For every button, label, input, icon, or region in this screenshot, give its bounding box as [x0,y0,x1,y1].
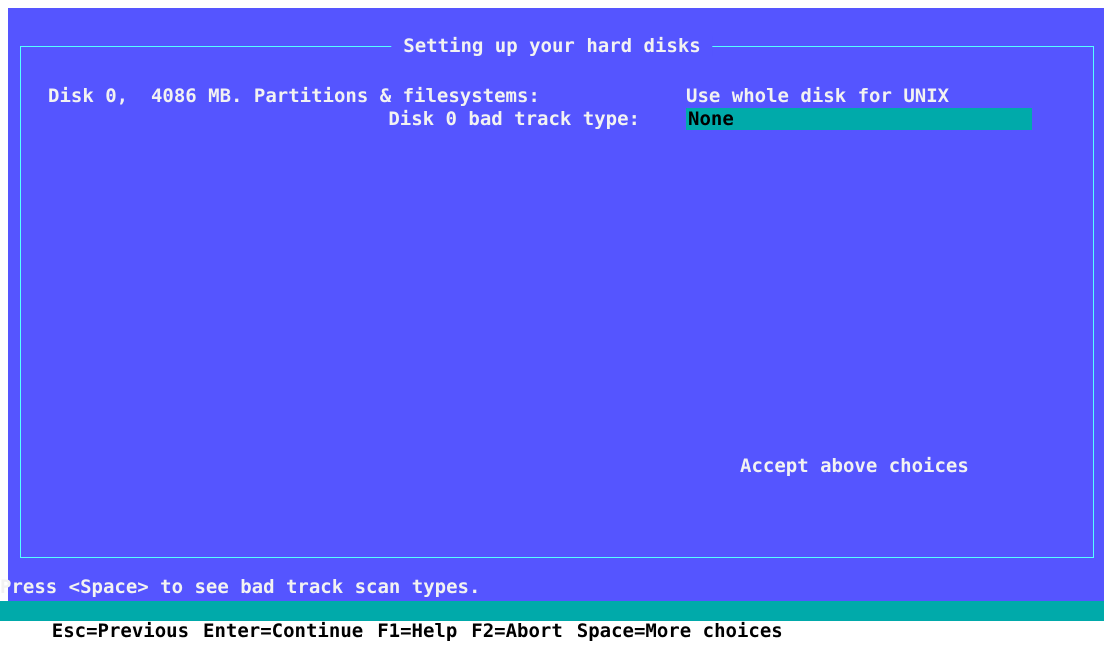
f2-abort-key[interactable]: F2=Abort [471,620,563,642]
dialog-title: Setting up your hard disks [391,36,713,56]
hint-text: Press <Space> to see bad track scan type… [0,576,481,598]
accept-choices-button[interactable]: Accept above choices [740,455,969,477]
partitions-value[interactable]: Use whole disk for UNIX [686,85,949,107]
function-key-bar: Esc=Previous Enter=Continue F1=Help F2=Abor… [0,601,1104,641]
enter-continue-key[interactable]: Enter=Continue [203,620,363,642]
esc-previous-key[interactable]: Esc=Previous [52,620,189,642]
installer-screen: Setting up your hard disks Disk 0, 4086 … [0,0,1104,641]
partitions-label: Disk 0, 4086 MB. Partitions & filesystem… [48,85,540,107]
space-more-choices-key[interactable]: Space=More choices [577,620,783,642]
badtrack-value-field[interactable]: None [686,108,1032,130]
badtrack-label: Disk 0 bad track type: [388,108,640,130]
f1-help-key[interactable]: F1=Help [377,620,457,642]
